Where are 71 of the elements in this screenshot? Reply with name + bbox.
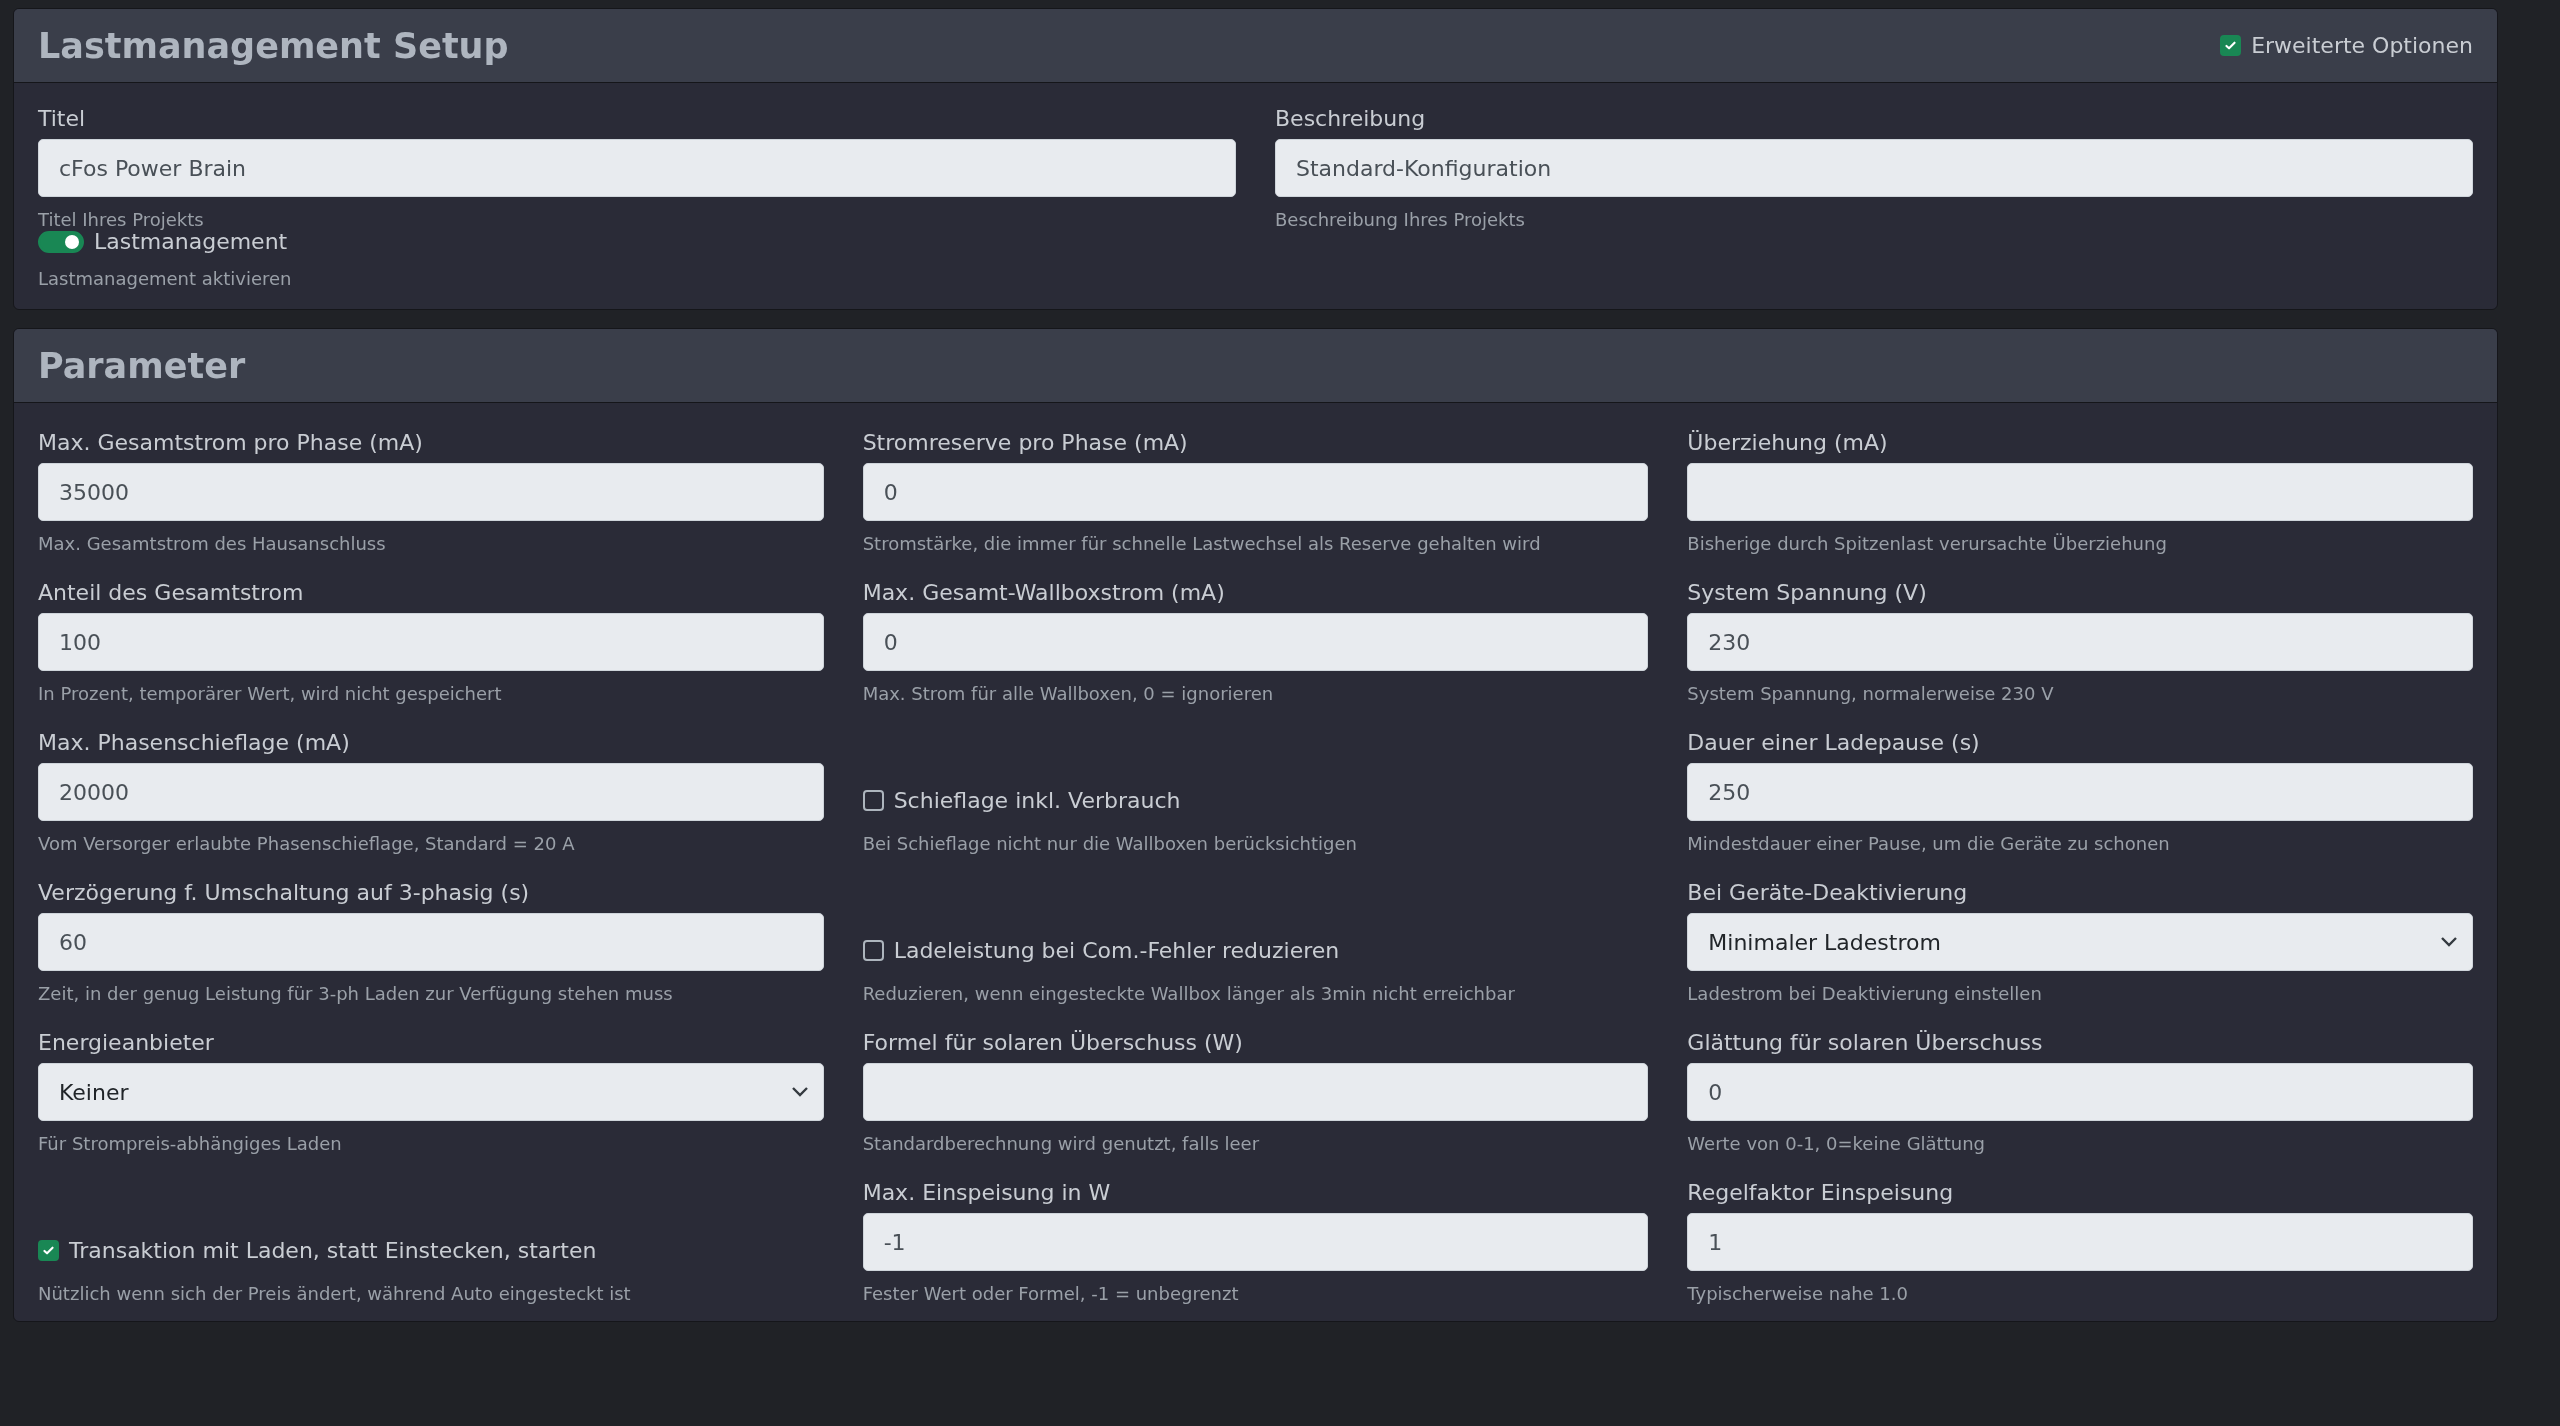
field-hint: Standardberechnung wird genutzt, falls leer [862,1133,1261,1154]
checkbox-label: Schieflage inkl. Verbrauch [893,788,1181,813]
field-hint: Reduzieren, wenn eingesteckte Wallbox länger als 3min nicht erreichbar [862,983,1516,1004]
chevron-down-icon [790,1086,809,1098]
field-label: Glättung für solaren Überschuss [1687,1030,2044,1055]
card-title: Parameter [38,345,246,386]
field-hint: Mindestdauer einer Pause, um die Geräte zu schonen [1687,833,2171,854]
chevron-down-icon [2440,936,2458,948]
input-field[interactable] [1687,463,2473,521]
dropdown[interactable]: Keiner [38,1063,824,1121]
field-label: Formel für solaren Überschuss (W) [862,1030,1244,1055]
field-label: Überziehung (mA) [1687,430,1889,455]
field-hint: Typischerweise nahe 1.0 [1687,1283,1909,1304]
field-hint: Bei Schieflage nicht nur die Wallboxen berücksichtigen [862,833,1358,854]
checkbox[interactable] [38,1240,59,1261]
field-hint: Fester Wert oder Formel, -1 = unbegrenzt [862,1283,1240,1304]
toggle-switch[interactable] [38,230,84,253]
field-hint: System Spannung, normalerweise 230 V [1687,683,2055,704]
field-hint: Stromstärke, die immer für schnelle Lastwechsel als Reserve gehalten wird [862,533,1542,554]
field-hint: Max. Gesamtstrom des Hausanschluss [38,533,387,554]
input-field[interactable]: 35000 [38,463,824,521]
field-label: Max. Gesamt-Wallboxstrom (mA) [862,580,1226,605]
field-hint: Max. Strom für alle Wallboxen, 0 = ignorieren [862,683,1275,704]
input-field[interactable] [862,1063,1649,1121]
checkbox-label: Transaktion mit Laden, statt Einstecken, starten [69,1238,597,1263]
field-label: Stromreserve pro Phase (mA) [862,430,1189,455]
checkbox-label: Erweiterte Optionen [2251,33,2473,58]
input-field[interactable]: 230 [1687,613,2473,671]
input-field[interactable]: 0 [862,613,1649,671]
input-field[interactable]: 0 [862,463,1649,521]
field-label: Verzögerung f. Umschaltung auf 3-phasig (s) [38,880,531,905]
checkbox[interactable] [862,940,884,961]
input-field[interactable]: 60 [38,913,824,971]
input-field[interactable]: 20000 [38,763,824,821]
field-label: Max. Gesamtstrom pro Phase (mA) [38,430,424,455]
input-field[interactable]: cFos Power Brain [38,139,1236,197]
input-field[interactable]: 1 [1687,1213,2473,1271]
input-field[interactable]: -1 [862,1213,1649,1271]
field-hint: Werte von 0-1, 0=keine Glättung [1687,1133,1986,1154]
field-label: Max. Einspeisung in W [862,1180,1112,1205]
checkmark-icon [2224,39,2238,52]
field-label: Regelfaktor Einspeisung [1687,1180,1955,1205]
field-hint: Lastmanagement aktivieren [38,268,292,289]
field-label: Anteil des Gesamtstrom [38,580,305,605]
checkmark-icon [42,1244,55,1257]
dropdown[interactable]: Minimaler Ladestrom [1687,913,2473,971]
field-hint: Vom Versorger erlaubte Phasenschieflage, Standard = 20 A [38,833,576,854]
checkbox[interactable] [2220,35,2242,56]
input-field[interactable]: 100 [38,613,824,671]
field-hint: Für Strompreis-abhängiges Laden [38,1133,343,1154]
field-hint: Zeit, in der genug Leistung für 3-ph Laden zur Verfügung stehen muss [38,983,674,1004]
field-hint: Titel Ihres Projekts [38,209,205,230]
checkbox[interactable] [862,790,884,811]
field-label: Beschreibung [1275,106,1427,131]
checkbox-label: Ladeleistung bei Com.-Fehler reduzieren [893,938,1340,963]
field-hint: In Prozent, temporärer Wert, wird nicht gespeichert [38,683,503,704]
field-hint: Ladestrom bei Deaktivierung einstellen [1687,983,2043,1004]
input-field[interactable]: 0 [1687,1063,2473,1121]
field-label: Bei Geräte-Deaktivierung [1687,880,1969,905]
card-title: Lastmanagement Setup [38,25,509,66]
input-field[interactable]: Standard-Konfiguration [1275,139,2473,197]
toggle-label: Lastmanagement [94,229,288,254]
field-hint: Nützlich wenn sich der Preis ändert, während Auto eingesteckt ist [38,1283,632,1304]
field-label: System Spannung (V) [1687,580,1928,605]
field-label: Energieanbieter [38,1030,215,1055]
input-field[interactable]: 250 [1687,763,2473,821]
field-label: Max. Phasenschieflage (mA) [38,730,351,755]
field-label: Titel [38,106,87,131]
field-hint: Beschreibung Ihres Projekts [1275,209,1526,230]
field-label: Dauer einer Ladepause (s) [1687,730,1981,755]
field-hint: Bisherige durch Spitzenlast verursachte Überziehung [1687,533,2168,554]
